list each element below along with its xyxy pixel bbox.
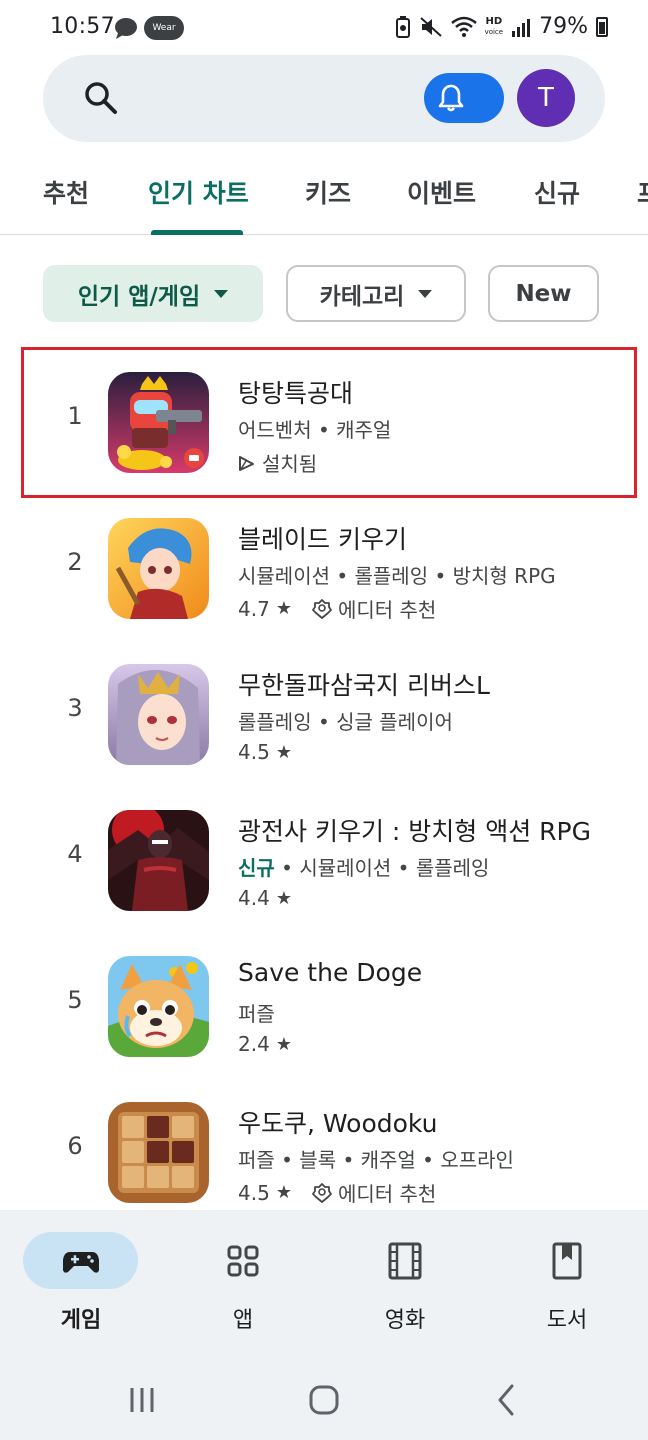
battery-icon: [596, 16, 608, 37]
app-icon: [108, 518, 209, 619]
home-icon[interactable]: [304, 1380, 344, 1420]
rank-number: 3: [67, 694, 83, 722]
back-icon[interactable]: [486, 1380, 526, 1420]
rating-value: 4.5: [238, 1180, 270, 1205]
chip-label: 카테고리: [319, 283, 405, 310]
editor-choice-label: 에디터 추천: [337, 598, 437, 622]
list-item-app-3[interactable]: 3 무한돌파삼국지 리버스L 롤플레잉 • 싱글 플레이어 4.5 ★: [0, 646, 648, 792]
status-left-icons: Wear: [114, 16, 184, 40]
status-right-icons: HD voice 79%: [395, 14, 608, 39]
rating-value: 4.4: [238, 886, 270, 910]
wifi-icon: [450, 16, 477, 37]
app-meta: 2.4 ★: [238, 1032, 292, 1056]
tab-indicator: [151, 230, 243, 235]
app-meta: 4.4 ★: [238, 886, 292, 910]
app-meta: 4.5 ★ 에디터 추천: [238, 1178, 436, 1207]
app-categories: 퍼즐 • 블록 • 캐주얼 • 오프라인: [238, 1148, 514, 1172]
app-icon: [108, 664, 209, 765]
tab-top-charts[interactable]: 인기 차트: [148, 174, 249, 210]
list-item-app-2[interactable]: 2 블레이드 키우기 시뮬레이션 • 롤플레잉 • 방치형 RPG 4.7 ★ …: [0, 500, 648, 646]
star-icon: ★: [275, 887, 292, 909]
wear-icon: Wear: [144, 16, 184, 40]
search-bar[interactable]: T: [43, 55, 605, 142]
chip-top-apps-games[interactable]: 인기 앱/게임: [43, 265, 263, 322]
rank-number: 6: [67, 1132, 83, 1160]
chip-label: 인기 앱/게임: [77, 283, 201, 310]
rating-value: 4.7: [238, 596, 270, 621]
star-icon: ★: [275, 1033, 292, 1055]
app-categories: 퍼즐: [238, 1002, 275, 1026]
app-categories: 시뮬레이션 • 롤플레잉 • 방치형 RPG: [238, 564, 556, 588]
app-categories: 신규 • 시뮬레이션 • 롤플레잉: [238, 852, 489, 881]
editor-choice-icon: [312, 1182, 332, 1203]
nav-games[interactable]: 게임: [0, 1210, 162, 1350]
categories-text: • 시뮬레이션 • 롤플레잉: [281, 856, 490, 880]
star-icon: ★: [275, 1182, 292, 1203]
mute-icon: [419, 16, 442, 37]
app-categories: 롤플레잉 • 싱글 플레이어: [238, 710, 453, 734]
nav-label: 게임: [60, 1308, 102, 1333]
nav-label: 앱: [232, 1308, 254, 1333]
app-title: 광전사 키우기 : 방치형 액션 RPG: [238, 817, 591, 846]
chip-category[interactable]: 카테고리: [286, 265, 466, 322]
signal-icon: [512, 18, 531, 37]
film-icon: [388, 1242, 422, 1280]
dropdown-caret-icon: [214, 289, 229, 298]
tab-new[interactable]: 신규: [534, 174, 580, 210]
app-meta: 4.7 ★ 에디터 추천: [238, 594, 436, 623]
chip-new[interactable]: New: [488, 265, 599, 322]
rank-number: 5: [67, 986, 83, 1014]
book-icon: [552, 1242, 582, 1280]
status-bar: 10:57 Wear HD voice 79%: [0, 0, 648, 58]
editor-choice-label: 에디터 추천: [337, 1182, 437, 1206]
recent-apps-icon[interactable]: [122, 1380, 162, 1420]
tab-recommended[interactable]: 추천: [43, 174, 89, 210]
nav-label: 도서: [546, 1308, 588, 1333]
dropdown-caret-icon: [418, 289, 433, 298]
rating-value: 4.5: [238, 740, 270, 764]
gamepad-icon: [63, 1252, 99, 1273]
app-icon: [108, 956, 209, 1057]
list-item-app-4[interactable]: 4 광전사 키우기 : 방치형 액션 RPG 신규 • 시뮬레이션 • 롤플레잉…: [0, 792, 648, 938]
tab-bar: 추천 인기 차트 키즈 이벤트 신규 프: [0, 160, 648, 235]
battery-percent: 79%: [539, 14, 588, 39]
status-time: 10:57: [50, 14, 115, 39]
app-title: Save the Doge: [238, 958, 423, 987]
rank-number: 4: [67, 840, 83, 868]
nav-label: 영화: [384, 1308, 426, 1333]
battery-saver-icon: [395, 15, 410, 38]
star-icon: ★: [275, 598, 292, 619]
app-title: 우도쿠, Woodoku: [238, 1109, 438, 1138]
list-item-app-5[interactable]: 5 Save the Doge 퍼즐 2.4 ★: [0, 938, 648, 1084]
avatar[interactable]: T: [517, 69, 575, 127]
tab-kids[interactable]: 키즈: [305, 174, 351, 210]
nav-movies[interactable]: 영화: [324, 1210, 486, 1350]
nav-apps[interactable]: 앱: [162, 1210, 324, 1350]
system-nav-bar: [0, 1360, 648, 1440]
rank-number: 2: [67, 548, 83, 576]
chip-label: New: [515, 280, 572, 307]
bottom-nav: 게임 앱 영화 도서: [0, 1210, 648, 1360]
chat-bubble-icon: [115, 18, 137, 39]
search-icon[interactable]: [83, 80, 119, 116]
bell-icon: [438, 84, 464, 112]
rating-value: 2.4: [238, 1032, 270, 1056]
new-tag: 신규: [238, 856, 275, 880]
apps-grid-icon: [227, 1245, 259, 1277]
tab-events[interactable]: 이벤트: [407, 174, 476, 210]
app-title: 무한돌파삼국지 리버스L: [238, 671, 490, 700]
notifications-button[interactable]: [424, 73, 504, 123]
editor-choice-icon: [312, 598, 332, 619]
list-item-app-6[interactable]: 6 우도쿠, Woodoku 퍼즐 • 블록 • 캐주얼 • 오프라인 4.5 …: [0, 1084, 648, 1230]
tab-overflow[interactable]: 프: [637, 174, 648, 210]
highlight-box: [21, 347, 637, 498]
app-meta: 4.5 ★: [238, 740, 292, 764]
app-icon: [108, 810, 209, 911]
nav-books[interactable]: 도서: [486, 1210, 648, 1350]
hd-voice-icon: HD voice: [484, 15, 504, 36]
app-title: 블레이드 키우기: [238, 525, 407, 554]
star-icon: ★: [275, 741, 292, 763]
app-icon: [108, 1102, 209, 1203]
